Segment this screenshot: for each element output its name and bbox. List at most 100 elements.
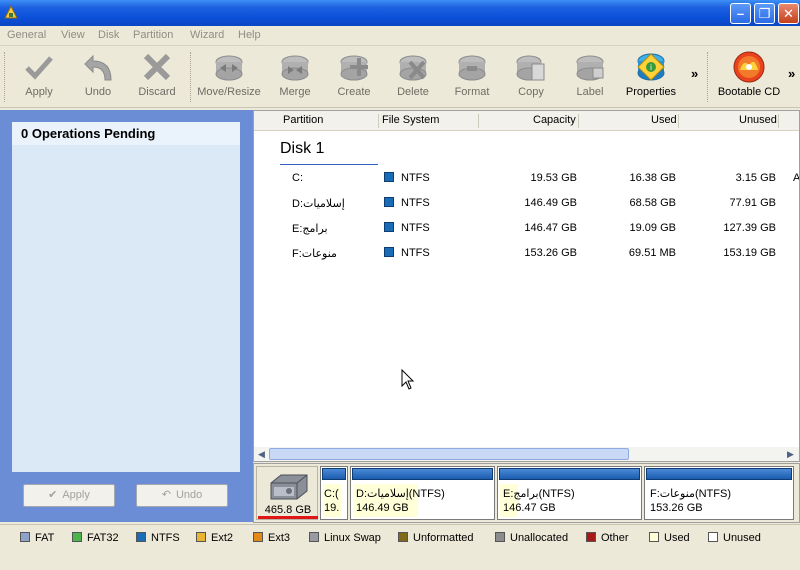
merge-button[interactable]: Merge [270,50,320,104]
legend-swatch [649,532,659,542]
column-used[interactable]: Used [651,114,677,126]
partition-used: 19.09 GB [629,222,676,234]
partition-block-text: E:برامج(NTFS) 146.47 GB [503,487,575,515]
partition-row[interactable]: C: NTFS 19.53 GB 16.38 GB 3.15 GB A [254,166,800,191]
legend-item: Ext3 [253,532,290,544]
discard-toolbar-button[interactable]: Discard [132,50,182,104]
ntfs-bar [646,468,792,480]
partition-extra: A [793,172,800,184]
bootable-cd-label: Bootable CD [717,86,781,98]
ntfs-bar [499,468,640,480]
menu-disk[interactable]: Disk [98,29,119,41]
column-separator[interactable] [578,114,579,128]
menu-bar: General View Disk Partition Wizard Help [0,26,800,46]
column-capacity[interactable]: Capacity [533,114,576,126]
create-icon [340,55,368,81]
column-unused[interactable]: Unused [739,114,777,126]
column-separator[interactable] [678,114,679,128]
discard-toolbar-label: Discard [138,86,176,98]
properties-button[interactable]: i Properties [624,50,678,104]
move-resize-label: Move/Resize [197,86,261,98]
legend-label: Used [664,532,690,544]
disk-size: 465.8 GB [264,504,312,516]
partition-name: D:إسلاميات [292,198,345,210]
legend-item: Unformatted [398,532,474,544]
toolbar-overflow-chevron-2[interactable]: » [788,66,795,81]
partition-row[interactable]: D:إسلاميات NTFS 146.49 GB 68.58 GB 77.91… [254,191,799,216]
menu-wizard[interactable]: Wizard [190,29,224,41]
partition-capacity: 146.47 GB [524,222,577,234]
legend-swatch [495,532,505,542]
format-button[interactable]: Format [447,50,497,104]
partition-block-c[interactable]: C:( 19. [320,466,348,520]
partition-block-f[interactable]: F:منوعات(NTFS) 153.26 GB [644,466,794,520]
partition-row[interactable]: F:منوعات NTFS 153.26 GB 69.51 MB 153.19 … [254,241,799,266]
partition-block-label: F:منوعات(NTFS) [650,488,731,500]
undo-operations-button[interactable]: ↶ Undo [136,484,228,507]
title-bar: – ❐ ✕ [0,0,800,26]
scrollbar-thumb[interactable] [269,448,629,460]
undo-toolbar-button[interactable]: Undo [73,50,123,104]
partition-block-e[interactable]: E:برامج(NTFS) 146.47 GB [497,466,642,520]
move-resize-button[interactable]: Move/Resize [196,50,262,104]
partition-block-d[interactable]: D:إسلاميات(NTFS) 146.49 GB [350,466,495,520]
disk-title[interactable]: Disk 1 [280,140,324,158]
partition-capacity: 146.49 GB [524,197,577,209]
column-separator[interactable] [378,114,379,128]
copy-button[interactable]: Copy [506,50,556,104]
toolbar-overflow-chevron[interactable]: » [691,66,698,81]
properties-label: Properties [625,86,677,98]
column-separator[interactable] [778,114,779,128]
partition-block-size: 153.26 GB [650,502,703,514]
partition-block-text: D:إسلاميات(NTFS) 146.49 GB [356,487,445,515]
legend-label: Other [601,532,629,544]
partition-block-size: 146.47 GB [503,502,556,514]
partition-row[interactable]: E:برامج NTFS 146.47 GB 19.09 GB 127.39 G… [254,216,799,241]
label-button[interactable]: Label [565,50,615,104]
status-bar [0,548,800,570]
delete-button[interactable]: Delete [388,50,438,104]
restore-button[interactable]: ❐ [754,3,775,24]
horizontal-scrollbar[interactable]: ◀ ▶ [254,447,799,461]
menu-view[interactable]: View [61,29,85,41]
bootable-cd-button[interactable]: Bootable CD [714,50,784,104]
partition-block-label: D:إسلاميات(NTFS) [356,488,445,500]
partition-block-label: C:( [324,488,339,500]
ntfs-bar [352,468,493,480]
column-partition[interactable]: Partition [283,114,323,126]
minimize-button[interactable]: – [730,3,751,24]
partition-name: F:منوعات [292,248,337,260]
legend-item: Other [586,532,629,544]
scroll-left-arrow[interactable]: ◀ [255,448,268,461]
legend-item: FAT32 [72,532,119,544]
partition-block-text: C:( 19. [324,487,339,515]
legend-swatch [398,532,408,542]
scroll-right-arrow[interactable]: ▶ [784,448,797,461]
menu-partition[interactable]: Partition [133,29,173,41]
toolbar: Apply Undo Discard Move/Resize Merge Cre… [0,46,800,108]
close-button[interactable]: ✕ [778,3,799,24]
apply-operations-button[interactable]: ✔ Apply [23,484,115,507]
menu-help[interactable]: Help [238,29,261,41]
create-button[interactable]: Create [329,50,379,104]
toolbar-grip[interactable] [4,52,7,102]
merge-label: Merge [279,86,311,98]
mouse-cursor-icon [401,369,415,390]
menu-general[interactable]: General [7,29,46,41]
app-icon [4,4,18,19]
disk-map: 465.8 GB C:( 19. D:إسلاميات(NTFS) 146.49… [253,463,800,523]
partition-used: 68.58 GB [629,197,676,209]
legend-swatch [586,532,596,542]
legend-swatch [708,532,718,542]
partition-block-size: 146.49 GB [356,502,409,514]
partition-list-header: Partition File System Capacity Used Unus… [254,111,799,131]
disk-1-map-item[interactable]: 465.8 GB [256,466,318,520]
undo-arrow-icon: ↶ [161,489,171,501]
operations-pending-panel: 0 Operations Pending [12,122,240,472]
column-file-system[interactable]: File System [382,114,439,126]
operations-pending-header: 0 Operations Pending [12,122,240,145]
delete-icon [399,55,427,81]
column-separator[interactable] [478,114,479,128]
partition-capacity: 19.53 GB [530,172,577,184]
apply-toolbar-button[interactable]: Apply [14,50,64,104]
